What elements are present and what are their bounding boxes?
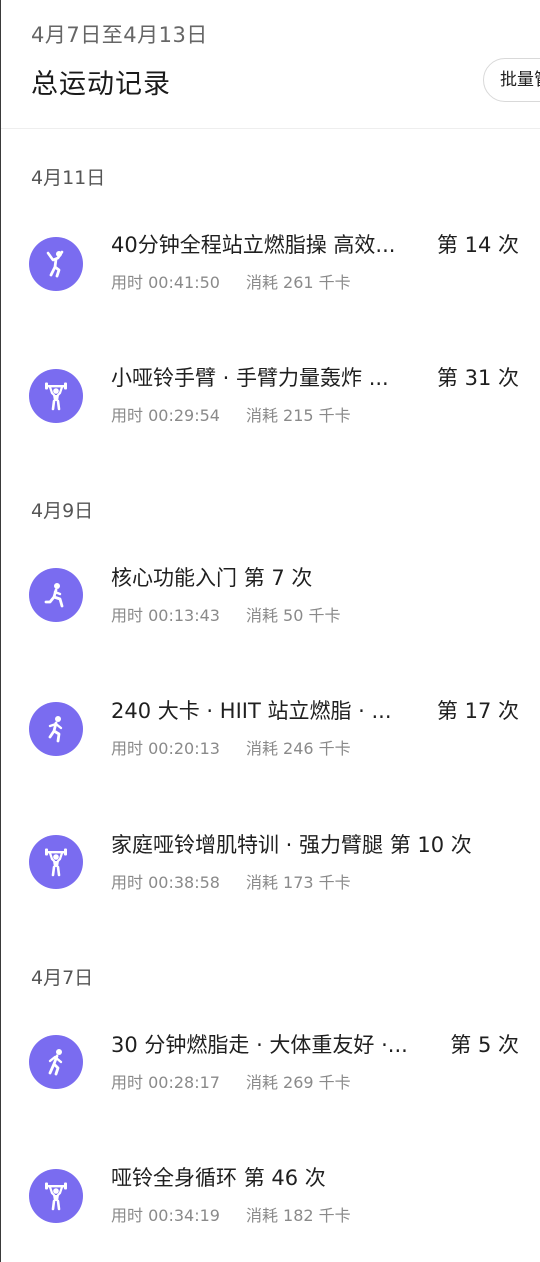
dumbbell-person-icon [29,369,83,423]
record-title: 核心功能入门 第 7 次 [111,564,312,592]
record-item[interactable]: 30 分钟燃脂走 · 大体重友好 ·... 第 5 次 用时 00:28:17 消… [1,1031,540,1131]
record-calories: 消耗 182 千卡 [245,1206,351,1225]
record-title-text: 哑铃全身循环 [111,1166,237,1190]
record-title-text: 家庭哑铃增肌特训 · 强力臂腿 [111,833,384,857]
record-item[interactable]: 哑铃全身循环 第 46 次 用时 00:34:19 消耗 182 千卡 [1,1164,540,1262]
workout-history-page: 4月7日至4月13日 总运动记录 批量管 4月11日 40分钟全程站立燃脂操 高… [0,0,540,1262]
date-header: 4月7日 [31,967,94,989]
record-title: 哑铃全身循环 第 46 次 [111,1164,326,1192]
date-range: 4月7日至4月13日 [31,23,208,47]
record-title: 30 分钟燃脂走 · 大体重友好 ·... [111,1033,408,1057]
dumbbell-person-icon [29,835,83,889]
record-calories: 消耗 173 千卡 [245,873,351,892]
record-meta: 用时 00:34:19 消耗 182 千卡 [111,1202,351,1226]
record-duration: 用时 00:34:19 [111,1206,220,1225]
record-item[interactable]: 核心功能入门 第 7 次 用时 00:13:43 消耗 50 千卡 [1,564,540,664]
record-calories: 消耗 269 千卡 [245,1073,351,1092]
batch-manage-button[interactable]: 批量管 [483,58,540,102]
record-item[interactable]: 40分钟全程站立燃脂操 高效... 第 14 次 用时 00:41:50 消耗 2… [1,231,540,331]
record-count: 第 10 次 [389,833,472,857]
record-meta: 用时 00:28:17 消耗 269 千卡 [111,1069,351,1093]
record-count: 第 5 次 [450,1033,519,1057]
record-duration: 用时 00:20:13 [111,739,220,758]
jumping-person-icon [29,237,83,291]
record-count: 第 31 次 [436,366,519,390]
lunge-person-icon [29,568,83,622]
running-person-icon [29,702,83,756]
record-count: 第 46 次 [243,1166,326,1190]
record-meta: 用时 00:38:58 消耗 173 千卡 [111,869,351,893]
record-item[interactable]: 小哑铃手臂 · 手臂力量轰炸 ... 第 31 次 用时 00:29:54 消耗 … [1,364,540,464]
record-meta: 用时 00:29:54 消耗 215 千卡 [111,402,351,426]
dumbbell-person-icon [29,1169,83,1223]
record-title: 40分钟全程站立燃脂操 高效... [111,233,396,257]
record-count: 第 17 次 [436,699,519,723]
record-item[interactable]: 家庭哑铃增肌特训 · 强力臂腿 第 10 次 用时 00:38:58 消耗 173… [1,831,540,931]
walking-person-icon [29,1035,83,1089]
record-duration: 用时 00:29:54 [111,406,220,425]
record-duration: 用时 00:38:58 [111,873,220,892]
record-calories: 消耗 215 千卡 [245,406,351,425]
record-duration: 用时 00:41:50 [111,273,220,292]
record-item[interactable]: 240 大卡 · HIIT 站立燃脂 · ... 第 17 次 用时 00:20… [1,697,540,797]
record-duration: 用时 00:28:17 [111,1073,220,1092]
record-meta: 用时 00:13:43 消耗 50 千卡 [111,602,341,626]
record-meta: 用时 00:20:13 消耗 246 千卡 [111,735,351,759]
record-meta: 用时 00:41:50 消耗 261 千卡 [111,269,351,293]
date-header: 4月9日 [31,500,94,522]
record-count: 第 14 次 [436,233,519,257]
record-title: 240 大卡 · HIIT 站立燃脂 · ... [111,699,392,723]
record-title-text: 核心功能入门 [111,566,237,590]
header: 4月7日至4月13日 总运动记录 批量管 [1,0,540,129]
record-calories: 消耗 50 千卡 [245,606,341,625]
record-title: 家庭哑铃增肌特训 · 强力臂腿 第 10 次 [111,831,472,859]
record-calories: 消耗 246 千卡 [245,739,351,758]
record-count: 第 7 次 [243,566,313,590]
record-duration: 用时 00:13:43 [111,606,220,625]
date-header: 4月11日 [31,167,106,189]
page-title: 总运动记录 [31,69,171,100]
record-calories: 消耗 261 千卡 [245,273,351,292]
record-title: 小哑铃手臂 · 手臂力量轰炸 ... [111,366,389,390]
